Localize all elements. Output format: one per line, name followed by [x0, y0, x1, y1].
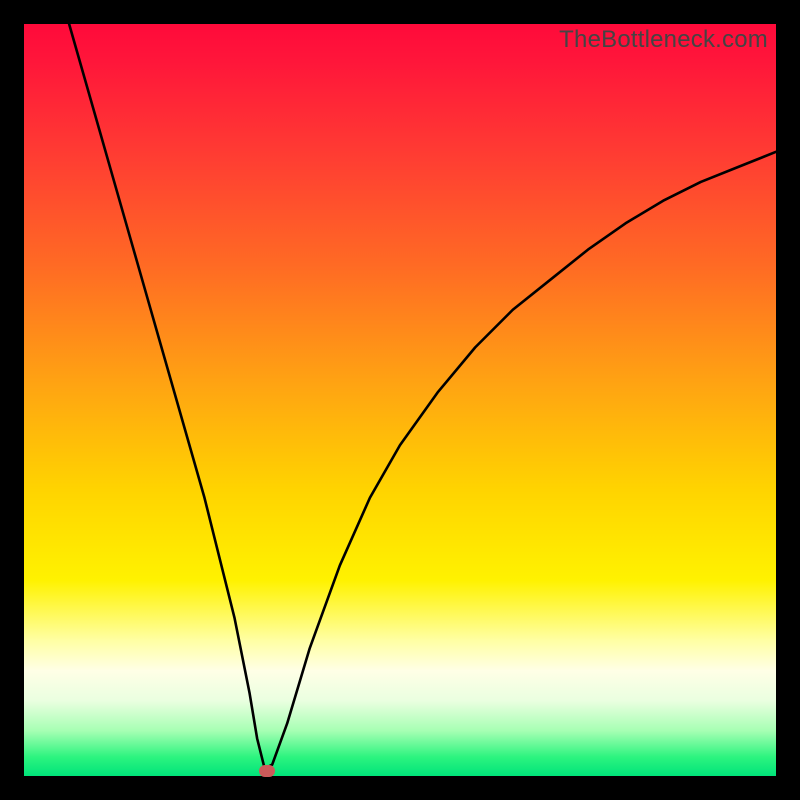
- plot-area: TheBottleneck.com: [24, 24, 776, 776]
- bottleneck-curve: [69, 24, 776, 768]
- optimal-point-marker: [259, 765, 275, 777]
- chart-frame: TheBottleneck.com: [0, 0, 800, 800]
- curve-svg: [24, 24, 776, 776]
